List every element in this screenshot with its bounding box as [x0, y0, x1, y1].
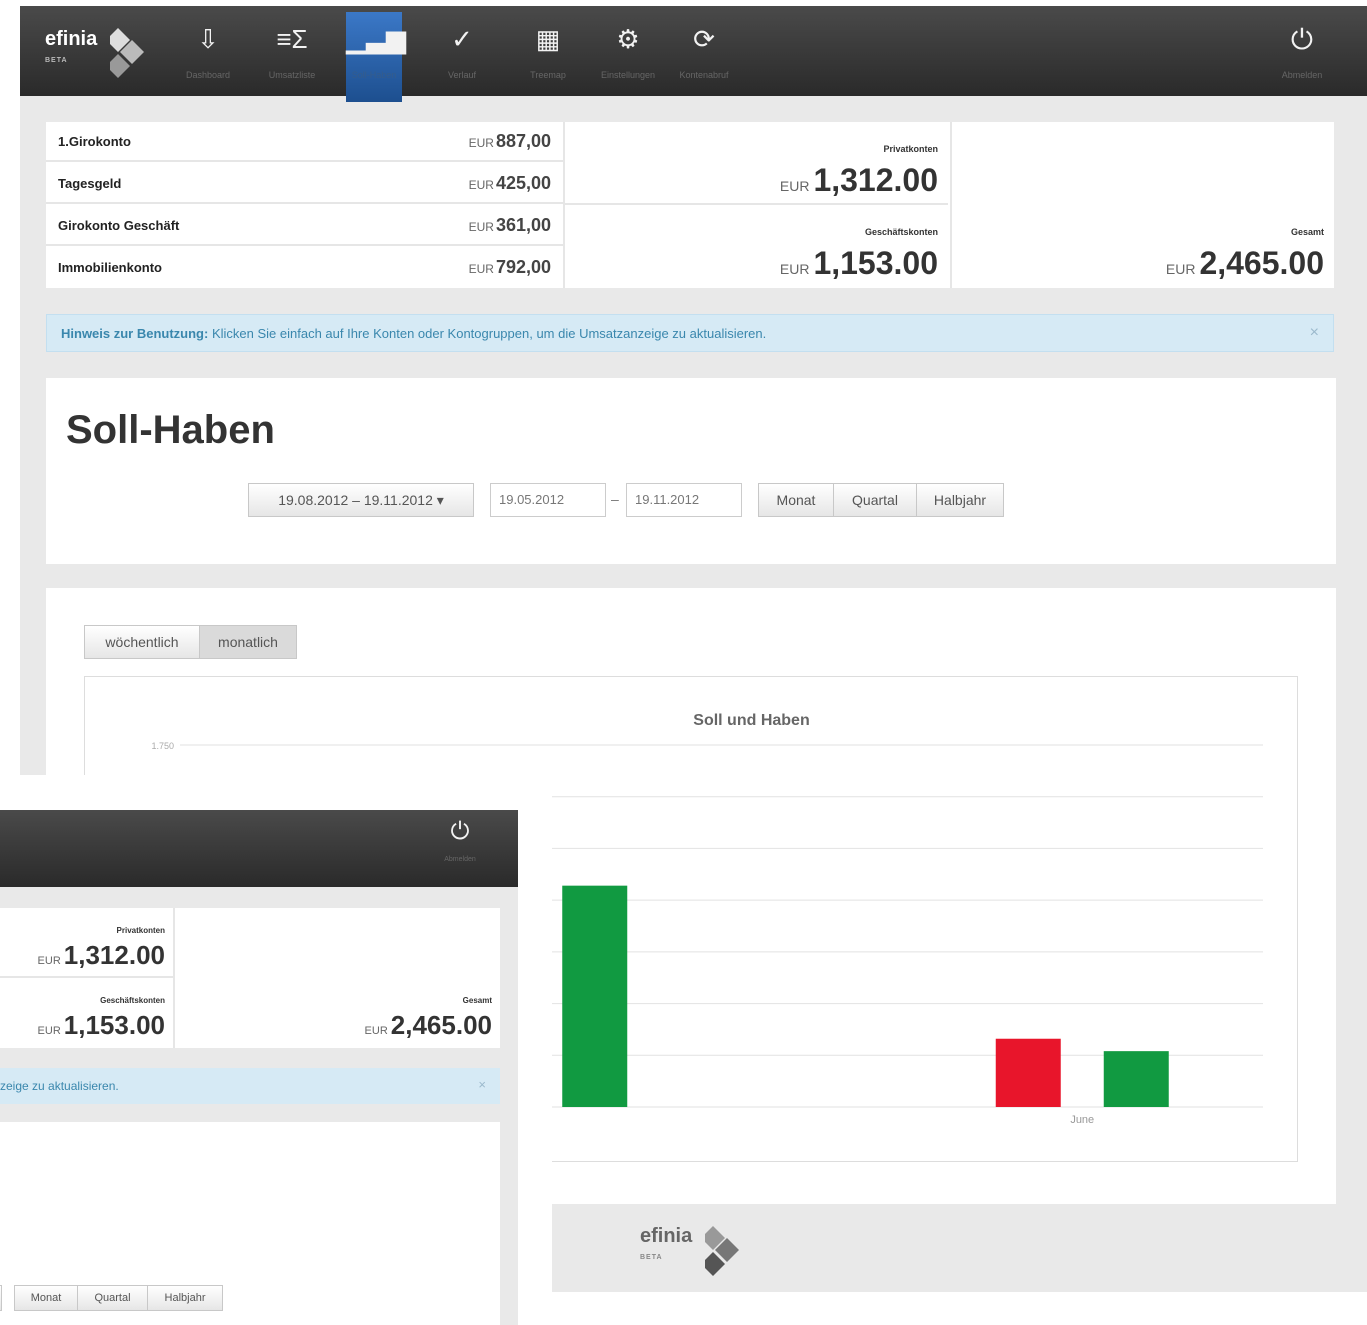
nav-label: Soll-Haben: [351, 70, 397, 80]
nav-label: Einstellungen: [600, 70, 656, 80]
account-name: Immobilienkonto: [58, 260, 162, 275]
group-business[interactable]: Geschäftskonten EUR 1,153.00: [563, 205, 948, 288]
bar-chart-icon: ▁▃▆: [346, 24, 406, 54]
account-value: EUR 792,00: [468, 257, 551, 277]
nav-item-kontenabruf[interactable]: ⟳ Kontenabruf: [666, 12, 742, 102]
efinia-diamond-icon: [110, 28, 144, 78]
overlay-input-edge: [0, 1285, 2, 1311]
nav-label: Kontenabruf: [679, 70, 729, 80]
footer-beta: BETA: [640, 1254, 663, 1261]
nav-item-einstellungen[interactable]: ⚙ Einstellungen: [588, 12, 668, 102]
period-halfyear-button[interactable]: Halbjahr: [147, 1285, 223, 1311]
total-label: Gesamt: [462, 996, 492, 1005]
group-value: EUR 1,153.00: [37, 1010, 165, 1040]
group-value: EUR 1,312.00: [37, 940, 165, 970]
x-tick-label: June: [1070, 1114, 1094, 1126]
y-tick-label: 1.750: [151, 741, 174, 751]
total-value: EUR 2,465.00: [364, 1010, 492, 1040]
total-value: EUR 2,465.00: [1165, 245, 1324, 281]
group-label: Privatkonten: [883, 144, 938, 154]
chart-title: Soll und Haben: [693, 712, 809, 729]
power-icon: ⏻: [1290, 24, 1314, 55]
group-private[interactable]: Privatkonten EUR 1,312.00: [563, 122, 948, 205]
account-value: EUR 425,00: [468, 173, 551, 193]
period-halfyear-button[interactable]: Halbjahr: [916, 483, 1004, 517]
account-row[interactable]: Tagesgeld EUR 425,00: [46, 164, 563, 204]
refresh-icon: ⟳: [693, 24, 715, 54]
sum-list-icon: ≡Σ: [276, 24, 308, 54]
period-month-button[interactable]: Monat: [758, 483, 834, 517]
logout-label: Abmelden: [444, 856, 476, 863]
overlay-screenshot: ⏻ Abmelden Privatkonten EUR 1,312.00 Gesc…: [0, 775, 552, 1325]
overlay-filter-panel: Monat Quartal Halbjahr: [0, 1122, 500, 1325]
filter-panel: Soll-Haben 19.08.2012 – 19.11.2012 ▾ 19.…: [46, 378, 1336, 564]
date-separator: –: [611, 491, 619, 507]
footer-logo: efinia BETA: [640, 1225, 692, 1261]
page-title: Soll-Haben: [66, 408, 275, 452]
interval-weekly-button[interactable]: wöchentlich: [84, 625, 200, 659]
line-chart-icon: ✓: [451, 24, 473, 54]
period-month-button[interactable]: Monat: [14, 1285, 78, 1311]
total-label: Gesamt: [1290, 227, 1324, 237]
nav-item-umsatzliste[interactable]: ≡Σ Umsatzliste: [252, 12, 332, 102]
date-to-input[interactable]: 19.11.2012: [626, 483, 742, 517]
overlay-accounts-summary: Privatkonten EUR 1,312.00 Geschäftskonten…: [0, 908, 500, 1048]
alert-title: Hinweis zur Benutzung:: [61, 326, 209, 341]
accounts-summary: 1.Girokonto EUR 887,00 Tagesgeld EUR 425,0…: [46, 122, 1334, 288]
account-row[interactable]: Immobilienkonto EUR 792,00: [46, 248, 563, 288]
overlay-group-private[interactable]: Privatkonten EUR 1,312.00: [0, 908, 175, 978]
nav-item-verlauf[interactable]: ✓ Verlauf: [424, 12, 500, 102]
top-navbar: efinia BETA ⇩ Dashboard ≡Σ Umsatzliste ▁▃▆ So…: [20, 0, 1367, 102]
close-icon[interactable]: ×: [478, 1077, 486, 1092]
date-from-input[interactable]: 19.05.2012: [490, 483, 606, 517]
nav-item-treemap[interactable]: ▦ Treemap: [508, 12, 588, 102]
account-name: 1.Girokonto: [58, 134, 131, 149]
group-total[interactable]: Gesamt EUR 2,465.00: [950, 122, 1334, 288]
account-row[interactable]: 1.Girokonto EUR 887,00: [46, 122, 563, 162]
period-quarter-button[interactable]: Quartal: [77, 1285, 148, 1311]
bar-may-1: [562, 885, 628, 1107]
overlay-logout-button[interactable]: ⏻ Abmelden: [430, 818, 490, 863]
nav-item-dashboard[interactable]: ⇩ Dashboard: [168, 12, 248, 102]
efinia-diamond-icon: [705, 1226, 739, 1276]
group-value: EUR 1,312.00: [779, 162, 938, 198]
logout-label: Abmelden: [1281, 70, 1323, 80]
account-name: Tagesgeld: [58, 176, 122, 191]
period-quarter-button[interactable]: Quartal: [833, 483, 917, 517]
usage-hint-alert: Hinweis zur Benutzung: Klicken Sie einfa…: [46, 314, 1334, 352]
interval-monthly-button[interactable]: monatlich: [199, 625, 297, 659]
account-row[interactable]: Girokonto Geschäft EUR 361,00: [46, 206, 563, 246]
group-value: EUR 1,153.00: [779, 245, 938, 281]
close-icon[interactable]: ×: [1310, 324, 1319, 342]
nav-label: Verlauf: [447, 70, 477, 80]
date-range-dropdown[interactable]: 19.08.2012 – 19.11.2012 ▾: [248, 483, 474, 517]
group-label: Geschäftskonten: [864, 227, 938, 237]
nav-label: Treemap: [530, 70, 566, 80]
account-value: EUR 887,00: [468, 131, 551, 151]
nav-label: Umsatzliste: [268, 70, 316, 80]
overlay-group-business[interactable]: Geschäftskonten EUR 1,153.00: [0, 978, 175, 1048]
group-label: Privatkonten: [116, 926, 165, 935]
gears-icon: ⚙: [616, 24, 640, 54]
alert-text: Klicken Sie einfach auf Ihre Konten oder…: [208, 326, 767, 341]
account-name: Girokonto Geschäft: [58, 218, 180, 233]
bar-june-1: [1103, 1051, 1169, 1107]
nav-item-soll-haben[interactable]: ▁▃▆ Soll-Haben: [346, 12, 406, 102]
alert-text: zeige zu aktualisieren.: [0, 1079, 119, 1093]
grid-icon: ▦: [535, 24, 561, 54]
brand-logo[interactable]: efinia BETA: [45, 28, 97, 64]
account-value: EUR 361,00: [468, 215, 551, 235]
power-icon: ⏻: [450, 818, 470, 845]
footer-brand-name: efinia: [640, 1225, 693, 1247]
nav-label: Dashboard: [185, 70, 231, 80]
brand-beta: BETA: [45, 57, 68, 64]
overlay-navbar: ⏻ Abmelden: [0, 810, 518, 887]
bar-june-0: [995, 1038, 1061, 1107]
group-label: Geschäftskonten: [100, 996, 165, 1005]
inbox-download-icon: ⇩: [197, 24, 219, 54]
brand-name: efinia: [45, 28, 98, 50]
overlay-usage-hint-alert: zeige zu aktualisieren. ×: [0, 1068, 500, 1104]
logout-button[interactable]: ⏻ Abmelden: [1267, 12, 1337, 80]
